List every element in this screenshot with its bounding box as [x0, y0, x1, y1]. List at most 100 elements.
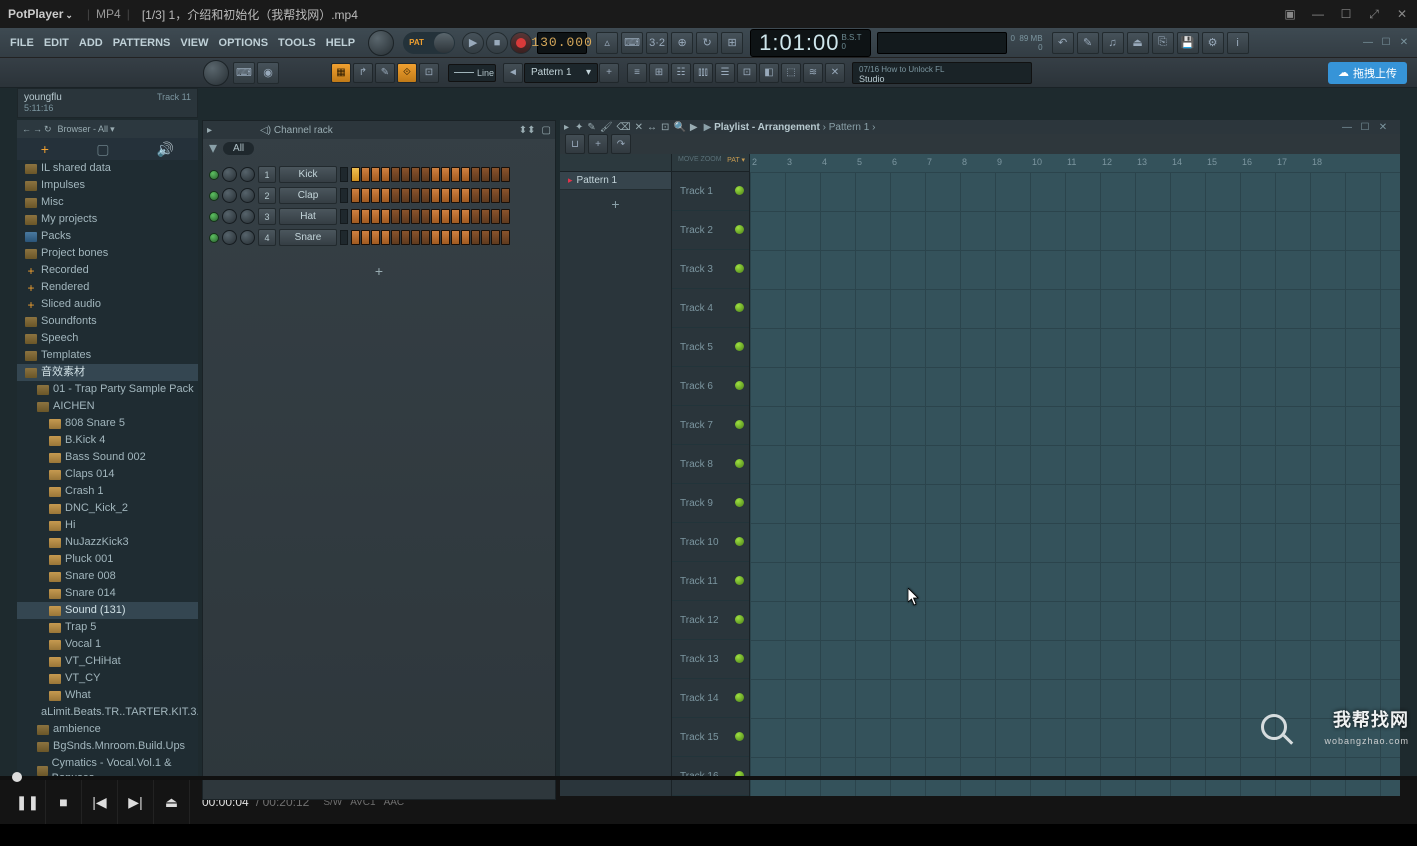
step[interactable] [501, 188, 510, 203]
channel-name-button[interactable]: Snare [279, 229, 337, 246]
tree-item[interactable]: Project bones [17, 245, 198, 262]
close-all-icon[interactable]: ✕ [825, 63, 845, 83]
step[interactable] [471, 188, 480, 203]
fl-main-menu[interactable]: FILEEDITADDPATTERNSVIEWOPTIONSTOOLSHELP [0, 35, 365, 51]
one-click-icon[interactable]: ⎘ [1152, 32, 1174, 54]
channel-name-button[interactable]: Kick [279, 166, 337, 183]
track-header[interactable]: Track 1 [672, 172, 749, 211]
render-icon[interactable]: ♫ [1102, 32, 1124, 54]
maximize-icon[interactable]: ☐ [1339, 7, 1353, 22]
channel-vol-knob[interactable] [240, 188, 255, 203]
track-header[interactable]: Track 11 [672, 562, 749, 601]
tree-item[interactable]: IL shared data [17, 160, 198, 177]
add-channel-button[interactable]: + [203, 257, 555, 285]
fl-minimize-icon[interactable]: — [1361, 36, 1375, 50]
track-mute-led[interactable] [735, 537, 744, 546]
view-playlist-icon[interactable]: ▦ [331, 63, 351, 83]
tree-item[interactable]: DNC_Kick_2 [17, 500, 198, 517]
tree-item[interactable]: Packs [17, 228, 198, 245]
undo-icon[interactable]: ↶ [1052, 32, 1074, 54]
browser-back-icon[interactable]: ← [22, 124, 31, 134]
step[interactable] [381, 209, 390, 224]
tool-slice-icon[interactable]: ⟐ [397, 63, 417, 83]
tree-item[interactable]: Templates [17, 347, 198, 364]
track-header[interactable]: Track 9 [672, 484, 749, 523]
step[interactable] [361, 230, 370, 245]
tree-item[interactable]: +Recorded [17, 262, 198, 279]
pattern-item[interactable]: ▸Pattern 1 [560, 172, 671, 190]
tool-paint-icon[interactable]: ✎ [375, 63, 395, 83]
pl-tool-sel-icon[interactable]: ⊡ [661, 122, 669, 133]
view-cr-icon[interactable]: ☷ [671, 63, 691, 83]
countdown-icon[interactable]: 3·2 [646, 32, 668, 54]
step[interactable] [391, 167, 400, 182]
channel-select[interactable] [340, 167, 348, 182]
midi-in-icon[interactable]: ◉ [257, 62, 279, 84]
step[interactable] [441, 188, 450, 203]
pl-add-marker-icon[interactable]: + [588, 134, 608, 154]
tree-item[interactable]: Sound (131) [17, 602, 198, 619]
pl-maximize-icon[interactable]: ☐ [1358, 120, 1372, 134]
tree-item[interactable]: Soundfonts [17, 313, 198, 330]
track-header[interactable]: Track 8 [672, 445, 749, 484]
pl-tool1-icon[interactable]: ✦ [575, 122, 583, 133]
tree-item[interactable]: What [17, 687, 198, 704]
tree-item[interactable]: Crash 1 [17, 483, 198, 500]
tree-item[interactable]: Snare 008 [17, 568, 198, 585]
step[interactable] [411, 230, 420, 245]
track-mute-led[interactable] [735, 615, 744, 624]
thumb-icon[interactable]: ▣ [1283, 7, 1297, 22]
eject-button[interactable]: ⏏ [154, 780, 190, 824]
track-mute-led[interactable] [735, 303, 744, 312]
menu-patterns[interactable]: PATTERNS [109, 35, 175, 51]
step[interactable] [451, 167, 460, 182]
track-header[interactable]: Track 7 [672, 406, 749, 445]
view-plugin1-icon[interactable]: ⊡ [737, 63, 757, 83]
step[interactable] [371, 209, 380, 224]
step[interactable] [391, 209, 400, 224]
browser-reload-icon[interactable]: ↻ [44, 124, 52, 135]
tree-item[interactable]: +Sliced audio [17, 296, 198, 313]
step[interactable] [381, 167, 390, 182]
time-display[interactable]: 1:01:00B.S.T0 [750, 29, 870, 57]
step[interactable] [481, 209, 490, 224]
channel-pan-knob[interactable] [222, 209, 237, 224]
step[interactable] [471, 209, 480, 224]
stop-button[interactable]: ■ [486, 32, 508, 54]
browser-tab-strip[interactable]: + ▢ 🔊 [17, 138, 198, 160]
cr-filter-menu-icon[interactable]: ▾ [209, 138, 217, 158]
step[interactable] [461, 167, 470, 182]
pl-menu-icon[interactable]: ▸ [564, 122, 569, 133]
play-button[interactable]: ▶ [462, 32, 484, 54]
track-mute-led[interactable] [735, 654, 744, 663]
step[interactable] [441, 230, 450, 245]
channel-name-button[interactable]: Clap [279, 187, 337, 204]
browser-fwd-icon[interactable]: → [33, 124, 42, 134]
tree-item[interactable]: My projects [17, 211, 198, 228]
pl-tool-zoom-icon[interactable]: 🔍 [673, 122, 685, 133]
cr-filter-selector[interactable]: All [223, 142, 254, 155]
channel-mute-led[interactable] [209, 212, 219, 222]
step[interactable] [461, 188, 470, 203]
save-icon[interactable]: ✎ [1077, 32, 1099, 54]
step[interactable] [481, 188, 490, 203]
step[interactable] [401, 209, 410, 224]
step[interactable] [471, 230, 480, 245]
pl-tool-brush-icon[interactable]: 🖌 [600, 122, 613, 133]
step[interactable] [421, 230, 430, 245]
tree-item[interactable]: +Rendered [17, 279, 198, 296]
menu-tools[interactable]: TOOLS [274, 35, 320, 51]
video-seek-bar[interactable] [0, 776, 1417, 780]
track-header[interactable]: Track 4 [672, 289, 749, 328]
pl-close-icon[interactable]: ✕ [1376, 120, 1390, 134]
browser-tab3-icon[interactable]: 🔊 [157, 141, 174, 158]
typing-kb-icon[interactable]: ⌨ [233, 62, 255, 84]
step[interactable] [431, 188, 440, 203]
track-mute-led[interactable] [735, 732, 744, 741]
info-icon[interactable]: i [1227, 32, 1249, 54]
channel-vol-knob[interactable] [240, 167, 255, 182]
step-sequencer[interactable] [351, 230, 510, 245]
browser-tab2-icon[interactable]: ▢ [96, 141, 109, 158]
playlist-breadcrumb[interactable]: ▶ Playlist - Arrangement › Pattern 1 › [704, 122, 876, 133]
channel-mute-led[interactable] [209, 191, 219, 201]
